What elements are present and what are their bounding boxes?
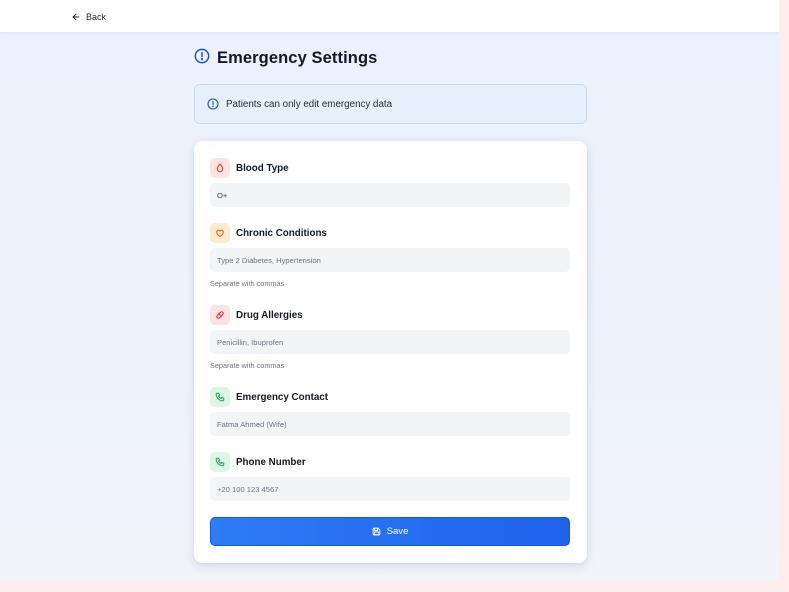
alert-circle-icon xyxy=(194,48,210,69)
emergency-contact-label: Emergency Contact xyxy=(236,391,329,403)
page-header: Emergency Settings xyxy=(194,47,377,69)
info-notice: Patients can only edit emergency data xyxy=(194,84,587,124)
phone-icon xyxy=(210,387,230,407)
back-button[interactable]: Back xyxy=(71,10,106,24)
blood-type-label: Blood Type xyxy=(236,162,289,174)
pill-icon xyxy=(210,305,230,325)
phone-number-input[interactable] xyxy=(210,477,570,501)
chronic-conditions-field: Chronic Conditions Separate with commas xyxy=(210,223,570,288)
drug-allergies-label: Drug Allergies xyxy=(236,309,303,321)
info-circle-icon xyxy=(207,98,219,110)
back-label: Back xyxy=(86,12,107,22)
top-bar: Back xyxy=(0,0,779,33)
save-label: Save xyxy=(386,526,409,537)
arrow-left-icon xyxy=(71,12,81,22)
emergency-contact-field: Emergency Contact xyxy=(210,387,570,436)
blood-type-input[interactable] xyxy=(210,183,570,207)
app-frame: Back Emergency Settings Patients can onl… xyxy=(0,0,779,580)
chronic-conditions-label: Chronic Conditions xyxy=(236,227,327,239)
drug-allergies-field: Drug Allergies Separate with commas xyxy=(210,305,570,370)
blood-type-field: Blood Type xyxy=(210,158,570,207)
phone-number-field: Phone Number xyxy=(210,452,570,501)
save-icon xyxy=(372,527,381,536)
emergency-form-card: Blood Type Chronic Conditions Separate w… xyxy=(194,141,587,563)
droplet-icon xyxy=(210,158,230,178)
heart-icon xyxy=(210,223,230,243)
drug-allergies-hint: Separate with commas xyxy=(210,361,285,370)
page-title: Emergency Settings xyxy=(217,48,378,67)
phone-icon xyxy=(210,452,230,472)
phone-number-label: Phone Number xyxy=(236,456,306,468)
emergency-contact-input[interactable] xyxy=(210,412,570,436)
drug-allergies-input[interactable] xyxy=(210,330,570,354)
chronic-conditions-input[interactable] xyxy=(210,248,570,272)
notice-text: Patients can only edit emergency data xyxy=(226,98,393,110)
save-button[interactable]: Save xyxy=(210,517,570,546)
chronic-conditions-hint: Separate with commas xyxy=(210,279,285,288)
